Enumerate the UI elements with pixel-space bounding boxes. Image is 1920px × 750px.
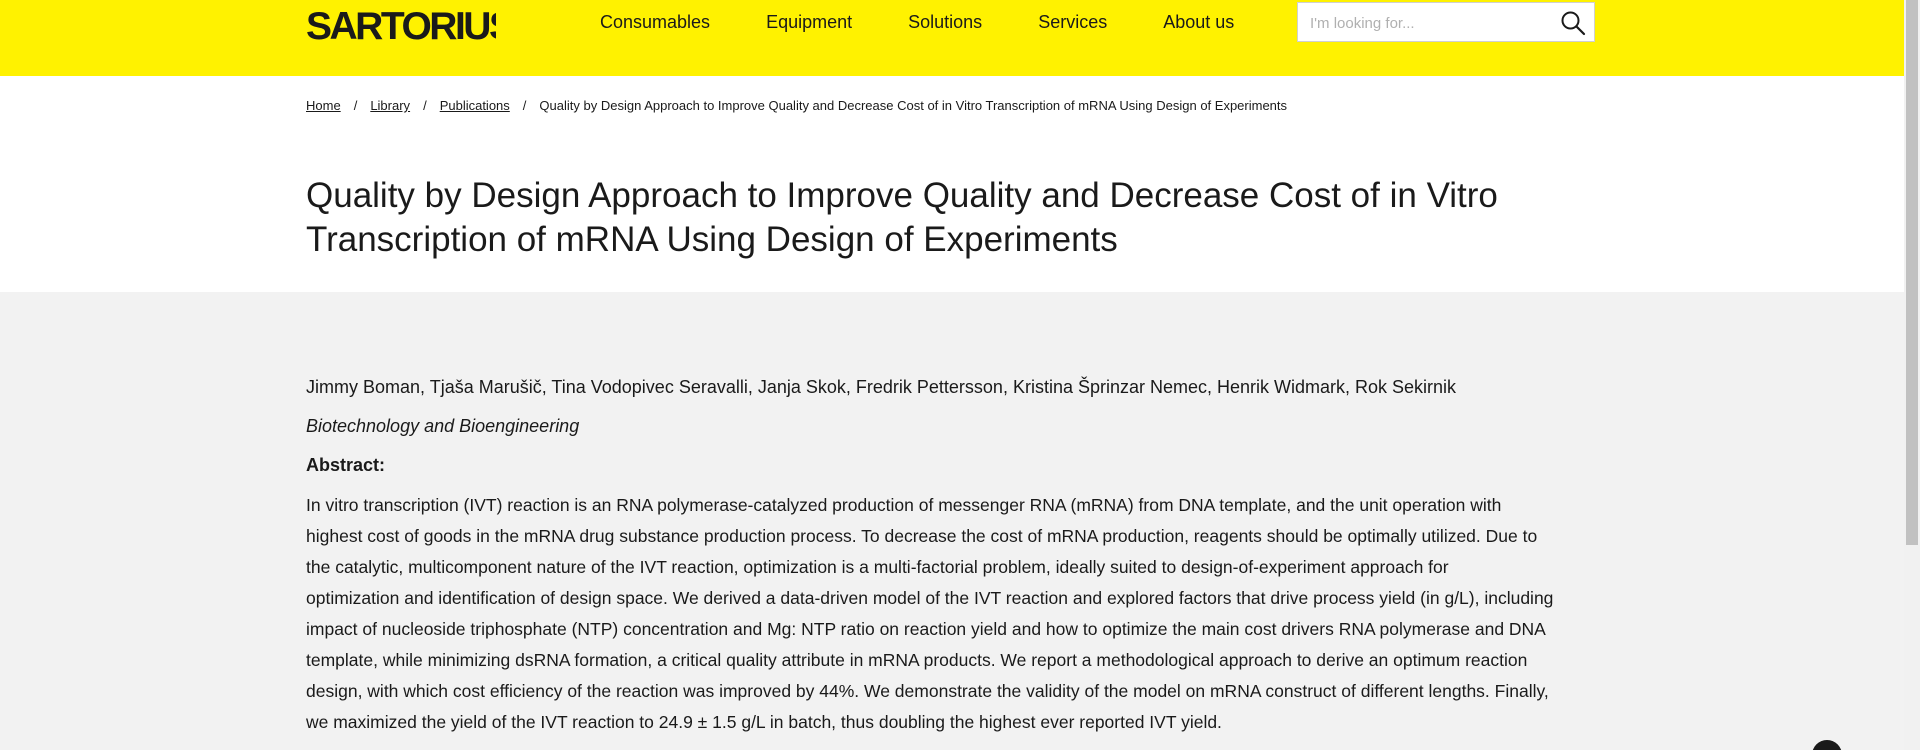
- page-scrollbar[interactable]: [1904, 0, 1920, 750]
- breadcrumb-current: Quality by Design Approach to Improve Qu…: [539, 98, 1288, 113]
- abstract-line: design, with which cost efficiency of th…: [306, 681, 1549, 701]
- site-header: SARTORIUS Consumables Equipment Solution…: [0, 0, 1904, 76]
- scrollbar-thumb[interactable]: [1906, 0, 1918, 545]
- search-box: [1297, 2, 1595, 42]
- main-nav: Consumables Equipment Solutions Services…: [600, 10, 1290, 34]
- search-button[interactable]: [1560, 10, 1586, 36]
- abstract-line: optimization and identification of desig…: [306, 588, 1554, 608]
- page-title-line-1: Quality by Design Approach to Improve Qu…: [306, 176, 1498, 215]
- nav-about-us[interactable]: About us: [1163, 10, 1234, 34]
- nav-consumables[interactable]: Consumables: [600, 10, 710, 34]
- abstract-line: template, while minimizing dsRNA formati…: [306, 650, 1528, 670]
- authors: Jimmy Boman, Tjaša Marušič, Tina Vodopiv…: [306, 377, 1457, 397]
- sartorius-logo[interactable]: SARTORIUS: [306, 5, 516, 48]
- breadcrumb-library[interactable]: Library: [370, 98, 410, 113]
- logo-text: SARTORIUS: [306, 6, 496, 42]
- abstract-label: Abstract:: [306, 455, 386, 475]
- title-band: Home / Library / Publications / Quality …: [0, 76, 1904, 292]
- search-input[interactable]: [1308, 11, 1552, 35]
- nav-equipment[interactable]: Equipment: [766, 10, 852, 34]
- page-title-line-2: Transcription of mRNA Using Design of Ex…: [306, 220, 1118, 259]
- breadcrumb-home[interactable]: Home: [306, 98, 341, 113]
- breadcrumb-publications[interactable]: Publications: [440, 98, 510, 113]
- nav-solutions[interactable]: Solutions: [908, 10, 982, 34]
- breadcrumb-separator: /: [353, 98, 358, 113]
- page-title: Quality by Design Approach to Improve Qu…: [306, 174, 1606, 262]
- breadcrumb-separator: /: [423, 98, 427, 113]
- abstract-text: In vitro transcription (IVT) reaction is…: [306, 490, 1598, 738]
- abstract-line: impact of nucleoside triphosphate (NTP) …: [306, 619, 1546, 639]
- page: SARTORIUS Consumables Equipment Solution…: [0, 0, 1920, 750]
- breadcrumb: Home / Library / Publications / Quality …: [306, 98, 1287, 113]
- nav-services[interactable]: Services: [1038, 10, 1107, 34]
- journal-name: Biotechnology and Bioengineering: [306, 416, 580, 436]
- abstract-line: the catalytic, multicomponent nature of …: [306, 557, 1449, 577]
- publication-content: Jimmy Boman, Tjaša Marušič, Tina Vodopiv…: [0, 292, 1904, 750]
- abstract-line: highest cost of goods in the mRNA drug s…: [306, 526, 1538, 546]
- search-icon: [1561, 11, 1586, 36]
- abstract-line: In vitro transcription (IVT) reaction is…: [306, 495, 1502, 515]
- breadcrumb-separator: /: [522, 98, 527, 113]
- abstract-line: we maximized the yield of the IVT reacti…: [306, 712, 1222, 732]
